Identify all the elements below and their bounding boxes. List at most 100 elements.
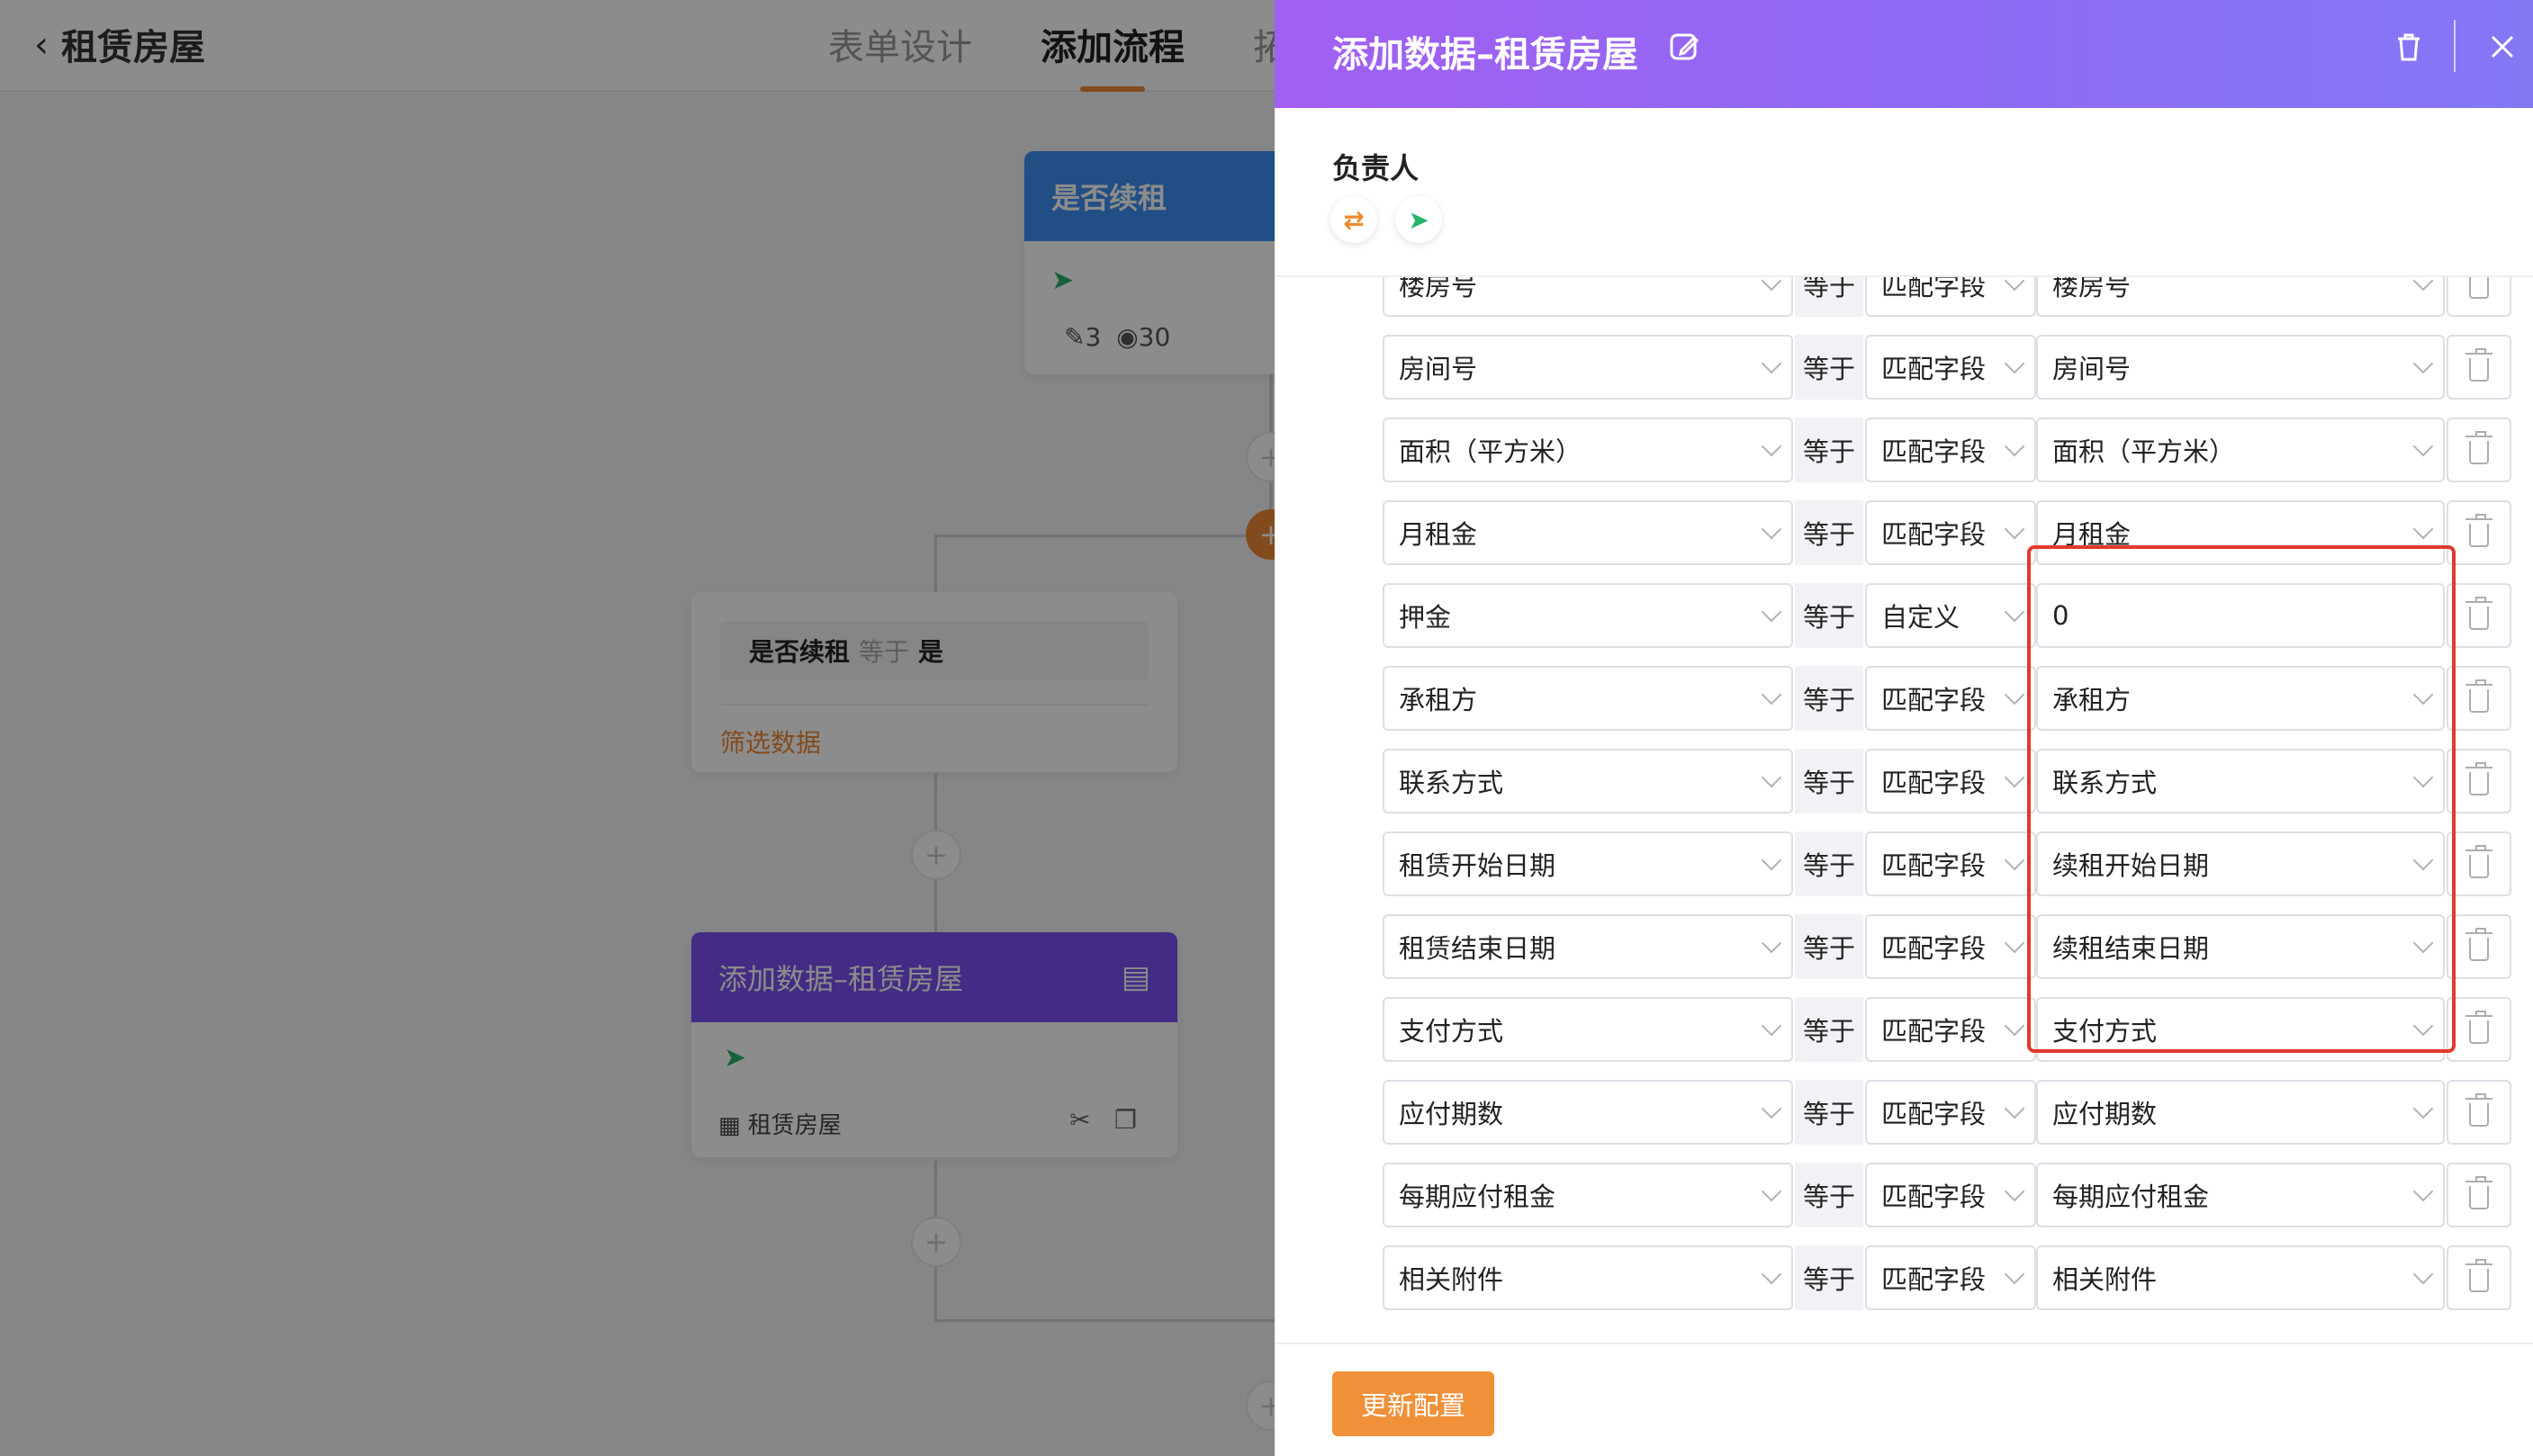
target-field-label: 押金 — [1399, 602, 1452, 633]
custom-value-input[interactable]: 0 — [2036, 583, 2445, 648]
source-value-label: 每期应付租金 — [2052, 1182, 2210, 1212]
update-config-button[interactable]: 更新配置 — [1332, 1371, 1494, 1436]
send-icon[interactable]: ➤ — [1395, 196, 1442, 243]
chevron-down-icon — [2004, 932, 2025, 954]
delete-row-button[interactable] — [2447, 1245, 2511, 1310]
mode-select[interactable]: 匹配字段 — [1865, 1080, 2036, 1145]
chevron-down-icon — [2412, 684, 2434, 706]
delete-row-button[interactable] — [2447, 831, 2511, 896]
close-icon[interactable] — [2479, 23, 2526, 70]
add-data-drawer: 添加数据–租赁房屋 负责人 ⇄ ➤ 楼房号 等于 匹配字段 楼房号 房间号 等于 匹配字段房… — [1275, 0, 2533, 1456]
field-mapping-list: 楼房号 等于 匹配字段 楼房号 房间号 等于 匹配字段 房间号 面积（平方米） 等于 匹配字段 面积（… — [1275, 277, 2533, 1343]
mode-label: 匹配字段 — [1881, 850, 1987, 881]
operator-label: 等于 — [1795, 335, 1863, 400]
source-value-label: 房间号 — [2052, 354, 2132, 384]
source-field-select[interactable]: 面积（平方米） — [2036, 418, 2445, 482]
delete-row-button[interactable] — [2447, 277, 2511, 317]
mode-select[interactable]: 自定义 — [1865, 583, 2036, 648]
mode-select[interactable]: 匹配字段 — [1865, 666, 2036, 731]
chevron-down-icon — [2412, 1015, 2434, 1037]
delete-row-button[interactable] — [2447, 335, 2511, 400]
trash-icon — [2465, 679, 2492, 713]
source-field-select[interactable]: 续租结束日期 — [2036, 914, 2445, 979]
chevron-down-icon — [2412, 1098, 2434, 1119]
chevron-down-icon — [2412, 767, 2434, 788]
source-field-select[interactable]: 相关附件 — [2036, 1245, 2445, 1310]
operator-label: 等于 — [1795, 749, 1863, 813]
trash-icon — [2465, 928, 2492, 961]
delete-row-button[interactable] — [2447, 749, 2511, 813]
target-field-select[interactable]: 面积（平方米） — [1383, 418, 1793, 482]
chevron-down-icon — [1761, 601, 1782, 623]
source-field-select[interactable]: 支付方式 — [2036, 997, 2445, 1062]
mapping-row: 承租方 等于 匹配字段 承租方 — [1275, 666, 2533, 731]
chevron-down-icon — [2004, 436, 2025, 457]
source-field-select[interactable]: 楼房号 — [2036, 277, 2445, 317]
mapping-row: 每期应付租金 等于 匹配字段 每期应付租金 — [1275, 1163, 2533, 1227]
target-field-select[interactable]: 支付方式 — [1383, 997, 1793, 1062]
mode-select[interactable]: 匹配字段 — [1865, 418, 2036, 482]
chevron-down-icon — [1761, 684, 1782, 706]
mode-label: 匹配字段 — [1881, 519, 1987, 550]
mode-select[interactable]: 匹配字段 — [1865, 335, 2036, 400]
modal-overlay[interactable] — [0, 0, 1275, 1456]
chevron-down-icon — [2004, 601, 2025, 623]
source-field-select[interactable]: 联系方式 — [2036, 749, 2445, 813]
delete-row-button[interactable] — [2447, 1163, 2511, 1227]
chevron-down-icon — [1761, 1263, 1782, 1285]
mode-label: 匹配字段 — [1881, 768, 1987, 798]
delete-icon[interactable] — [2385, 23, 2432, 70]
target-field-select[interactable]: 租赁开始日期 — [1383, 831, 1793, 896]
mode-select[interactable]: 匹配字段 — [1865, 831, 2036, 896]
target-field-select[interactable]: 租赁结束日期 — [1383, 914, 1793, 979]
delete-row-button[interactable] — [2447, 500, 2511, 565]
source-field-select[interactable]: 承租方 — [2036, 666, 2445, 731]
operator-label: 等于 — [1795, 997, 1863, 1062]
target-field-select[interactable]: 房间号 — [1383, 335, 1793, 400]
mode-select[interactable]: 匹配字段 — [1865, 749, 2036, 813]
mode-select[interactable]: 匹配字段 — [1865, 914, 2036, 979]
target-field-select[interactable]: 押金 — [1383, 583, 1793, 648]
delete-row-button[interactable] — [2447, 1080, 2511, 1145]
source-value-label: 相关附件 — [2052, 1264, 2158, 1295]
target-field-select[interactable]: 应付期数 — [1383, 1080, 1793, 1145]
mapping-row: 支付方式 等于 匹配字段 支付方式 — [1275, 997, 2533, 1062]
source-field-select[interactable]: 应付期数 — [2036, 1080, 2445, 1145]
chevron-down-icon — [2004, 1263, 2025, 1285]
mode-select[interactable]: 匹配字段 — [1865, 1163, 2036, 1227]
target-field-select[interactable]: 每期应付租金 — [1383, 1163, 1793, 1227]
drawer-title: 添加数据–租赁房屋 — [1332, 34, 1638, 76]
delete-row-button[interactable] — [2447, 666, 2511, 731]
target-field-select[interactable]: 承租方 — [1383, 666, 1793, 731]
delete-row-button[interactable] — [2447, 997, 2511, 1062]
source-value-label: 应付期数 — [2052, 1099, 2158, 1129]
target-field-label: 租赁开始日期 — [1399, 850, 1556, 881]
operator-label: 等于 — [1795, 831, 1863, 896]
mode-select[interactable]: 匹配字段 — [1865, 277, 2036, 317]
mode-select[interactable]: 匹配字段 — [1865, 500, 2036, 565]
source-value-label: 面积（平方米） — [2052, 436, 2236, 467]
swap-icon[interactable]: ⇄ — [1330, 196, 1377, 243]
delete-row-button[interactable] — [2447, 418, 2511, 482]
delete-row-button[interactable] — [2447, 583, 2511, 648]
target-field-select[interactable]: 相关附件 — [1383, 1245, 1793, 1310]
edit-title-icon[interactable] — [1662, 23, 1708, 70]
source-field-select[interactable]: 续租开始日期 — [2036, 831, 2445, 896]
target-field-select[interactable]: 月租金 — [1383, 500, 1793, 565]
chevron-down-icon — [2412, 518, 2434, 540]
chevron-down-icon — [2004, 684, 2025, 706]
mapping-row: 相关附件 等于 匹配字段 相关附件 — [1275, 1245, 2533, 1310]
target-field-label: 月租金 — [1399, 519, 1478, 550]
source-field-select[interactable]: 房间号 — [2036, 335, 2445, 400]
chevron-down-icon — [1761, 518, 1782, 540]
chevron-down-icon — [1761, 767, 1782, 788]
mode-select[interactable]: 匹配字段 — [1865, 1245, 2036, 1310]
source-field-select[interactable]: 每期应付租金 — [2036, 1163, 2445, 1227]
operator-label: 等于 — [1795, 277, 1863, 317]
target-field-select[interactable]: 联系方式 — [1383, 749, 1793, 813]
mode-select[interactable]: 匹配字段 — [1865, 997, 2036, 1062]
source-field-select[interactable]: 月租金 — [2036, 500, 2445, 565]
target-field-select[interactable]: 楼房号 — [1383, 277, 1793, 317]
mapping-row: 房间号 等于 匹配字段 房间号 — [1275, 335, 2533, 400]
delete-row-button[interactable] — [2447, 914, 2511, 979]
